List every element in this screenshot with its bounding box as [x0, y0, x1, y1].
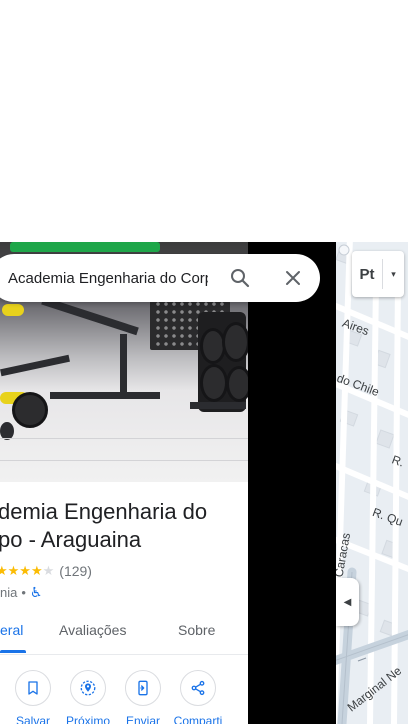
rack-base: [190, 402, 246, 409]
tab-about[interactable]: Sobre: [178, 622, 215, 638]
save-circle: [15, 670, 51, 706]
save-label: Salvar: [15, 714, 50, 724]
search-bar: [0, 254, 320, 302]
bench-frame: [41, 296, 139, 336]
map-roads: [336, 242, 408, 724]
tab-overview[interactable]: eral: [0, 622, 23, 638]
place-category[interactable]: nia: [0, 585, 17, 600]
place-title: demia Engenharia do po - Araguaina: [0, 498, 248, 554]
place-title-line1: demia Engenharia do: [0, 499, 208, 524]
send-to-phone-icon: [138, 680, 148, 696]
place-tabs: eral Avaliações Sobre: [0, 614, 248, 655]
chevron-down-icon[interactable]: ▾: [383, 269, 404, 280]
review-count[interactable]: (129): [59, 563, 92, 579]
bookmark-icon: [28, 681, 38, 695]
share-circle: [180, 670, 216, 706]
share-label: Comparti: [173, 714, 223, 724]
weight-plate: [200, 364, 228, 402]
bench-leg: [120, 334, 127, 394]
nearby-icon: [80, 680, 96, 696]
search-icon: [231, 269, 250, 288]
place-title-line2: po - Araguaina: [0, 527, 142, 552]
blank-area: [0, 0, 408, 242]
send-to-phone-button[interactable]: Enviar: [116, 670, 170, 724]
category-row: nia • ♿: [0, 584, 42, 601]
map-canvas[interactable]: Aires do Chile R. R. Qu Caracas Marginal…: [336, 242, 408, 724]
rating-row[interactable]: ★★★★★ (129): [0, 562, 92, 580]
separator: •: [21, 585, 26, 600]
map-layer-control[interactable]: Pt ▾: [352, 251, 404, 297]
dumbbell-plate: [12, 392, 48, 428]
neon-light: [10, 242, 160, 252]
search-input[interactable]: [8, 266, 208, 290]
layer-label[interactable]: Pt: [352, 266, 382, 283]
share-icon: [191, 680, 205, 696]
floor-tile-line: [0, 438, 248, 439]
wheelchair-icon: ♿: [29, 584, 43, 600]
panel-divider: [248, 242, 336, 724]
weight-plate: [226, 366, 248, 402]
yellow-pad: [2, 304, 24, 316]
action-buttons: Salvar Próximo Enviar Comparti: [0, 670, 248, 724]
nearby-circle: [70, 670, 106, 706]
search-button[interactable]: [228, 266, 252, 290]
floor-tile-line: [0, 460, 248, 461]
star-empty-icon: ★: [42, 563, 55, 578]
chevron-left-icon: ◀: [343, 596, 352, 608]
send-label: Enviar: [125, 714, 160, 724]
close-button[interactable]: [281, 266, 305, 290]
collapse-panel-button[interactable]: ◀: [336, 578, 359, 626]
bench-frame: [0, 354, 70, 377]
share-button[interactable]: Comparti: [171, 670, 225, 724]
close-icon: [286, 271, 300, 285]
nearby-button[interactable]: Próximo: [61, 670, 115, 724]
active-tab-indicator: [0, 650, 26, 653]
weight-plate: [222, 322, 248, 362]
tab-reviews[interactable]: Avaliações: [59, 622, 126, 638]
stars-filled: ★★★★: [0, 563, 43, 578]
send-circle: [125, 670, 161, 706]
bench-base: [50, 392, 160, 399]
rating-stars: ★★★★★: [0, 563, 54, 579]
place-panel: demia Engenharia do po - Araguaina ★★★★★…: [0, 242, 248, 724]
nearby-label: Próximo: [65, 714, 110, 724]
save-button[interactable]: Salvar: [6, 670, 60, 724]
